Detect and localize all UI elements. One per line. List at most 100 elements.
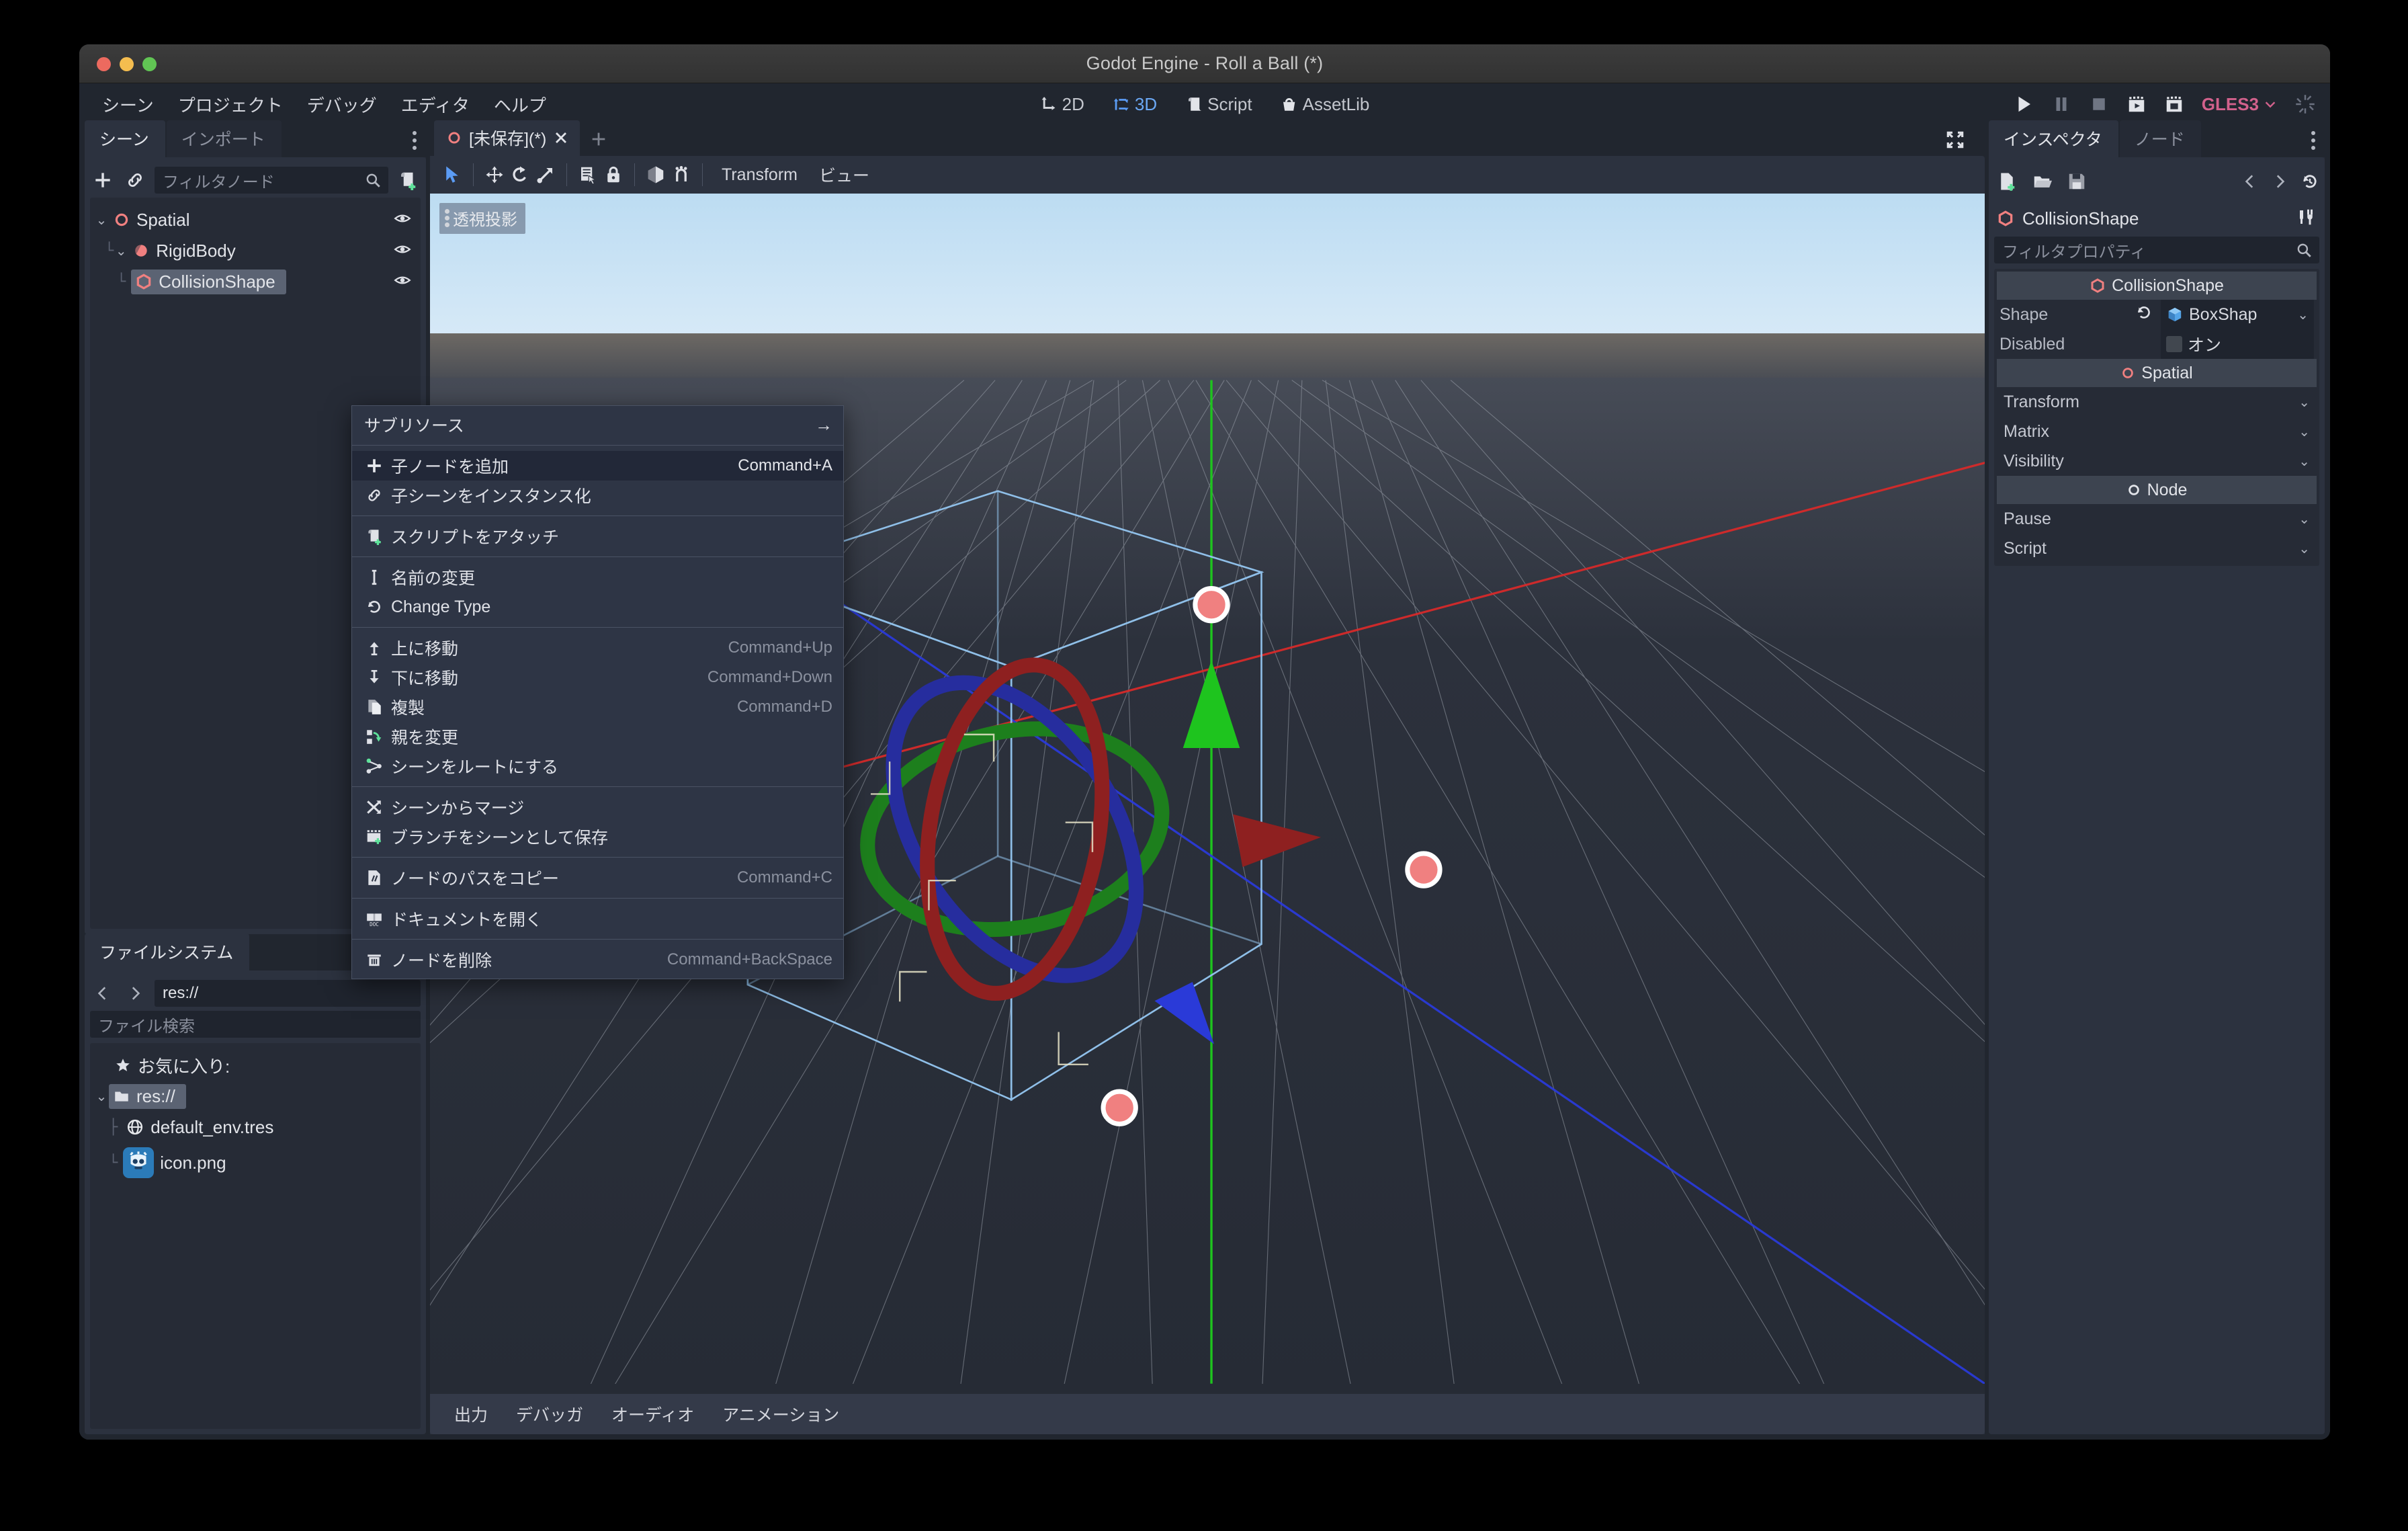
ctx-item-rename[interactable]: 名前の変更 — [352, 563, 843, 592]
fs-item-favorites[interactable]: お気に入り: — [94, 1050, 417, 1081]
stop-icon[interactable] — [2089, 94, 2109, 114]
mode-button-script[interactable]: Script — [1174, 89, 1262, 120]
revert-shape-button[interactable] — [2135, 304, 2153, 326]
distraction-free-button[interactable] — [1944, 129, 1966, 154]
filesystem-tree[interactable]: お気に入り: ⌄ res:// ├ default_env.tres └ ico… — [90, 1043, 421, 1429]
chevron-down-icon[interactable]: ⌄ — [114, 243, 128, 259]
checkbox-icon[interactable] — [2166, 336, 2182, 352]
chevron-down-icon[interactable]: ⌄ — [94, 1088, 109, 1105]
ctx-item-delete-node[interactable]: ノードを削除 Command+BackSpace — [352, 945, 843, 975]
pause-icon[interactable] — [2051, 94, 2071, 114]
chevron-down-icon[interactable]: ⌄ — [2298, 394, 2310, 411]
tab-import[interactable]: インポート — [166, 120, 282, 157]
viewport-projection-menu[interactable]: 透視投影 — [439, 203, 525, 234]
ctx-item-make-scene-root[interactable]: シーンをルートにする — [352, 751, 843, 781]
scene-filter-input[interactable]: フィルタノード — [155, 167, 388, 194]
bottom-tab-audio[interactable]: オーディオ — [599, 1397, 706, 1431]
fs-back-button[interactable] — [90, 981, 116, 1006]
ctx-item-instance-child-scene[interactable]: 子シーンをインスタンス化 — [352, 481, 843, 510]
inspector-filter-input[interactable]: フィルタプロパティ — [1994, 237, 2319, 263]
fs-search-input[interactable]: ファイル検索 — [90, 1011, 421, 1038]
fs-item-icon-png[interactable]: └ icon.png — [94, 1143, 417, 1183]
tool-rotate-mode[interactable] — [507, 162, 533, 188]
ctx-item-copy-node-path[interactable]: ノードのパスをコピー Command+C — [352, 863, 843, 893]
ctx-item-move-up[interactable]: 上に移動 Command+Up — [352, 633, 843, 663]
visibility-toggle[interactable] — [394, 272, 411, 292]
fs-item-res-root[interactable]: ⌄ res:// — [94, 1081, 417, 1112]
ctx-item-subresource[interactable]: サブリソース → — [352, 410, 843, 440]
mode-button-2d[interactable]: 2D — [1029, 89, 1095, 120]
menu-debug[interactable]: デバッグ — [295, 87, 389, 122]
ctx-item-save-branch-as-scene[interactable]: ブランチをシーンとして保存 — [352, 822, 843, 852]
tool-snap[interactable] — [669, 162, 694, 188]
tool-list-select[interactable] — [575, 162, 601, 188]
ctx-item-duplicate[interactable]: 複製 Command+D — [352, 692, 843, 722]
ctx-item-merge-from-scene[interactable]: シーンからマージ — [352, 792, 843, 822]
inspector-section-script[interactable]: Script ⌄ — [1997, 534, 2317, 563]
fs-forward-button[interactable] — [122, 981, 148, 1006]
tree-item-rigidbody[interactable]: └ ⌄ RigidBody — [94, 235, 417, 266]
chevron-down-icon[interactable]: ⌄ — [2298, 423, 2310, 440]
visibility-toggle[interactable] — [394, 210, 411, 231]
fs-item-default-env[interactable]: ├ default_env.tres — [94, 1112, 417, 1143]
ctx-item-add-child-node[interactable]: 子ノードを追加 Command+A — [352, 451, 843, 481]
tab-node[interactable]: ノード — [2119, 120, 2201, 157]
dock-options-icon[interactable] — [413, 131, 417, 150]
tool-select-mode[interactable] — [439, 162, 465, 188]
scene-tree-context-menu[interactable]: サブリソース → 子ノードを追加 Command+A 子シーンをインスタンス化 … — [351, 405, 844, 979]
inspector-section-matrix[interactable]: Matrix ⌄ — [1997, 417, 2317, 446]
renderer-selector[interactable]: GLES3 — [2202, 94, 2278, 115]
chevron-down-icon[interactable]: ⌄ — [2298, 511, 2310, 528]
bottom-tab-output[interactable]: 出力 — [442, 1397, 500, 1431]
tree-item-spatial[interactable]: ⌄ Spatial — [94, 204, 417, 235]
ctx-item-reparent[interactable]: 親を変更 — [352, 722, 843, 751]
mode-button-assetlib[interactable]: AssetLib — [1270, 89, 1381, 120]
new-scene-tab-button[interactable] — [580, 126, 617, 156]
visibility-toggle[interactable] — [394, 241, 411, 261]
inspector-section-visibility[interactable]: Visibility ⌄ — [1997, 446, 2317, 476]
tab-inspector[interactable]: インスペクタ — [1989, 120, 2118, 157]
menu-help[interactable]: ヘルプ — [482, 87, 558, 122]
chevron-down-icon[interactable]: ⌄ — [2298, 540, 2310, 557]
chevron-left-icon[interactable] — [2241, 173, 2259, 190]
bottom-tab-debugger[interactable]: デバッガ — [504, 1397, 595, 1431]
ctx-item-attach-script[interactable]: スクリプトをアタッチ — [352, 522, 843, 551]
object-tools-button[interactable] — [2296, 207, 2317, 231]
play-custom-scene-icon[interactable] — [2164, 94, 2184, 114]
instance-scene-button[interactable] — [122, 167, 148, 193]
viewport-menu-view[interactable]: ビュー — [808, 159, 880, 191]
inspector-section-pause[interactable]: Pause ⌄ — [1997, 504, 2317, 534]
tool-scale-mode[interactable] — [533, 162, 558, 188]
property-value-shape[interactable]: BoxShap ⌄ — [2161, 300, 2314, 329]
dock-options-icon[interactable] — [2311, 131, 2315, 150]
add-node-button[interactable] — [90, 167, 116, 193]
attach-script-button[interactable] — [395, 167, 421, 193]
chevron-down-icon[interactable]: ⌄ — [2298, 453, 2310, 470]
inspector-property-disabled[interactable]: Disabled オン — [1997, 329, 2317, 359]
chevron-right-icon[interactable] — [2271, 173, 2288, 190]
tool-lock[interactable] — [601, 162, 626, 188]
chevron-down-icon[interactable]: ⌄ — [94, 212, 109, 229]
fs-path-input[interactable]: res:// — [155, 980, 421, 1007]
history-icon[interactable] — [2300, 172, 2319, 191]
menu-scene[interactable]: シーン — [90, 87, 166, 122]
tab-scene[interactable]: シーン — [85, 120, 165, 157]
tree-item-collisionshape[interactable]: └ CollisionShape — [94, 266, 417, 297]
inspector-property-shape[interactable]: Shape BoxShap ⌄ — [1997, 300, 2317, 329]
property-value-disabled[interactable]: オン — [2161, 329, 2314, 359]
menu-editor[interactable]: エディタ — [389, 87, 482, 122]
menu-project[interactable]: プロジェクト — [166, 87, 295, 122]
play-icon[interactable] — [2014, 94, 2034, 114]
inspector-property-list[interactable]: CollisionShape Shape BoxShap ⌄ Disabled … — [1994, 269, 2319, 566]
viewport-menu-transform[interactable]: Transform — [711, 161, 808, 189]
inspector-section-transform[interactable]: Transform ⌄ — [1997, 387, 2317, 417]
bottom-tab-animation[interactable]: アニメーション — [710, 1397, 851, 1431]
scene-tab-unsaved[interactable]: [未保存](*) — [434, 120, 580, 156]
tool-local-space[interactable] — [643, 162, 669, 188]
new-resource-button[interactable] — [1994, 169, 2020, 194]
ctx-item-open-documentation[interactable]: DOC ドキュメントを開く — [352, 904, 843, 934]
ctx-item-move-down[interactable]: 下に移動 Command+Down — [352, 663, 843, 692]
ctx-item-change-type[interactable]: Change Type — [352, 592, 843, 622]
mode-button-3d[interactable]: 3D — [1102, 89, 1168, 120]
tab-filesystem[interactable]: ファイルシステム — [85, 934, 250, 971]
